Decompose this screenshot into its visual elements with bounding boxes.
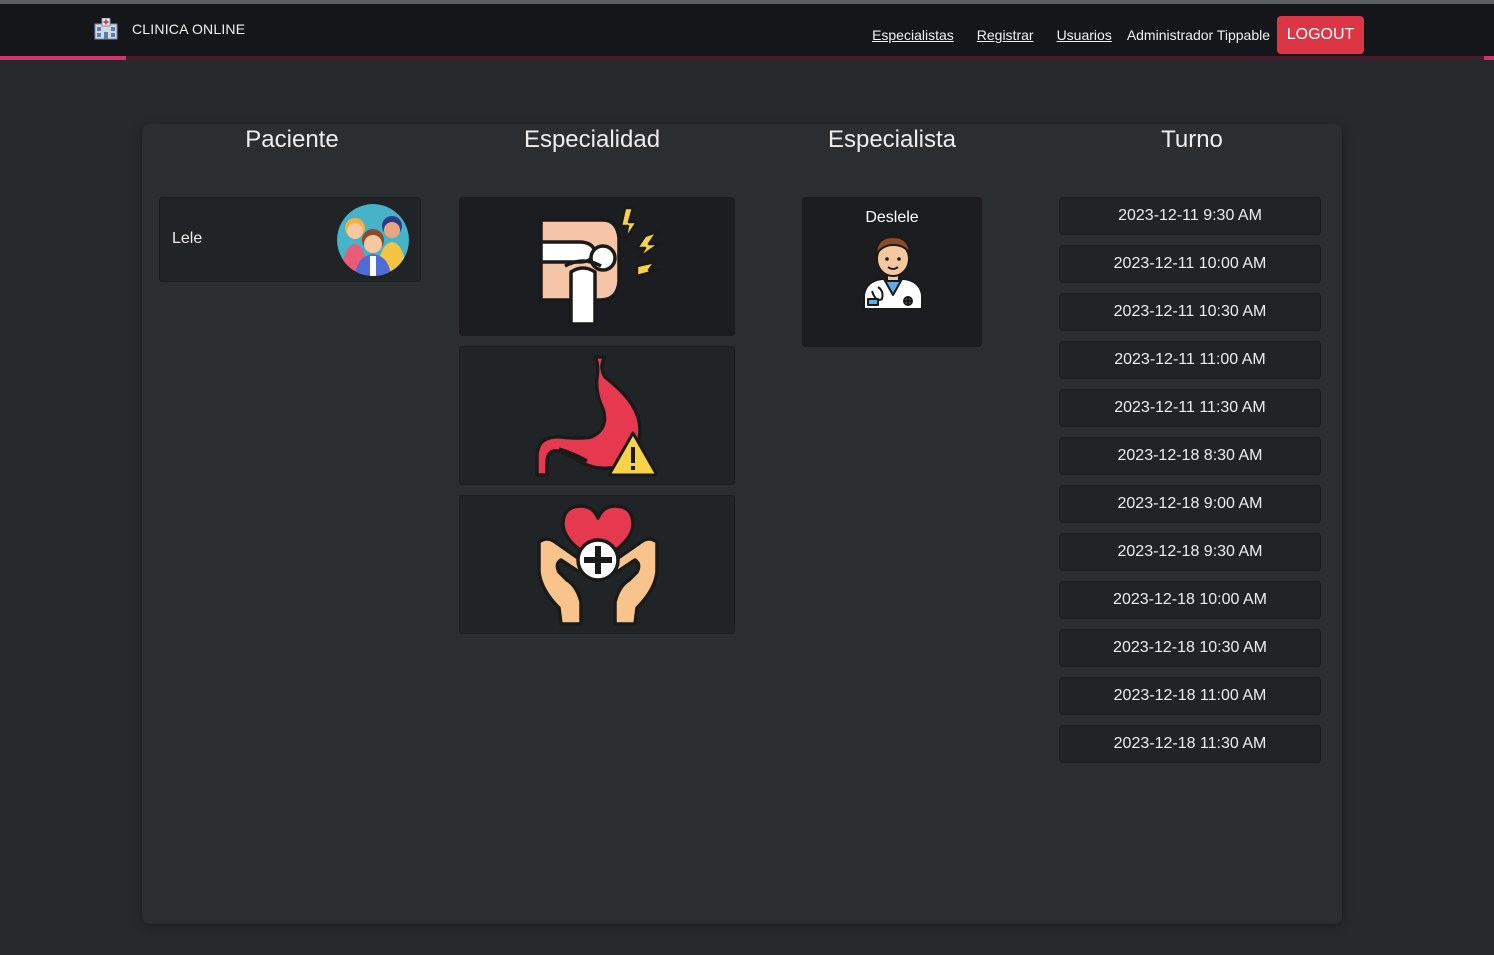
turno-slot[interactable]: 2023-12-18 10:00 AM — [1059, 581, 1321, 619]
specialty-card-gastroenterologia[interactable] — [459, 346, 735, 485]
doctor-avatar-icon — [863, 236, 923, 310]
column-title-turno: Turno — [1161, 126, 1223, 153]
turno-slot[interactable]: 2023-12-18 9:30 AM — [1059, 533, 1321, 571]
turno-slot[interactable]: 2023-12-11 11:30 AM — [1059, 389, 1321, 427]
navbar-accent-bar — [0, 56, 1494, 60]
specialist-card[interactable]: Deslele — [802, 197, 982, 347]
column-title-especialidad: Especialidad — [523, 126, 661, 153]
turno-slot[interactable]: 2023-12-18 11:30 AM — [1059, 725, 1321, 763]
patient-name: Lele — [172, 230, 203, 247]
clinic-logo-icon — [94, 18, 118, 40]
brand[interactable]: CLINICA ONLINE — [94, 18, 245, 40]
turno-slot[interactable]: 2023-12-11 9:30 AM — [1059, 197, 1321, 235]
nav-links: Especialistas Registrar Usuarios Adminis… — [872, 16, 1364, 54]
turno-slot[interactable]: 2023-12-11 10:30 AM — [1059, 293, 1321, 331]
brand-title: CLINICA ONLINE — [132, 21, 246, 37]
turno-slot[interactable]: 2023-12-11 11:00 AM — [1059, 341, 1321, 379]
specialty-card-cardiologia[interactable] — [459, 495, 735, 634]
nav-link-usuarios[interactable]: Usuarios — [1057, 27, 1112, 43]
logout-button[interactable]: LOGOUT — [1277, 16, 1364, 54]
stomach-warning-icon — [535, 355, 659, 477]
navbar: CLINICA ONLINE Especialistas Registrar U… — [0, 4, 1494, 56]
specialty-card-traumatologia[interactable] — [459, 197, 735, 336]
family-avatar-icon — [337, 204, 409, 276]
current-user-label: Administrador Tippable — [1126, 27, 1270, 43]
column-title-paciente: Paciente — [245, 126, 339, 153]
heart-care-icon — [537, 504, 659, 626]
nav-link-registrar[interactable]: Registrar — [977, 27, 1034, 43]
turno-slot[interactable]: 2023-12-18 8:30 AM — [1059, 437, 1321, 475]
turno-slot[interactable]: 2023-12-11 10:00 AM — [1059, 245, 1321, 283]
turno-slot[interactable]: 2023-12-18 11:00 AM — [1059, 677, 1321, 715]
nav-link-especialistas[interactable]: Especialistas — [872, 27, 954, 43]
turno-slot[interactable]: 2023-12-18 10:30 AM — [1059, 629, 1321, 667]
patient-card[interactable]: Lele — [159, 197, 421, 282]
specialist-name: Deslele — [865, 209, 919, 226]
knee-pain-icon — [539, 206, 661, 326]
turno-slot[interactable]: 2023-12-18 9:00 AM — [1059, 485, 1321, 523]
appointment-panel: Paciente Especialidad Especialista Turno… — [142, 124, 1342, 924]
column-title-especialista: Especialista — [827, 126, 957, 153]
